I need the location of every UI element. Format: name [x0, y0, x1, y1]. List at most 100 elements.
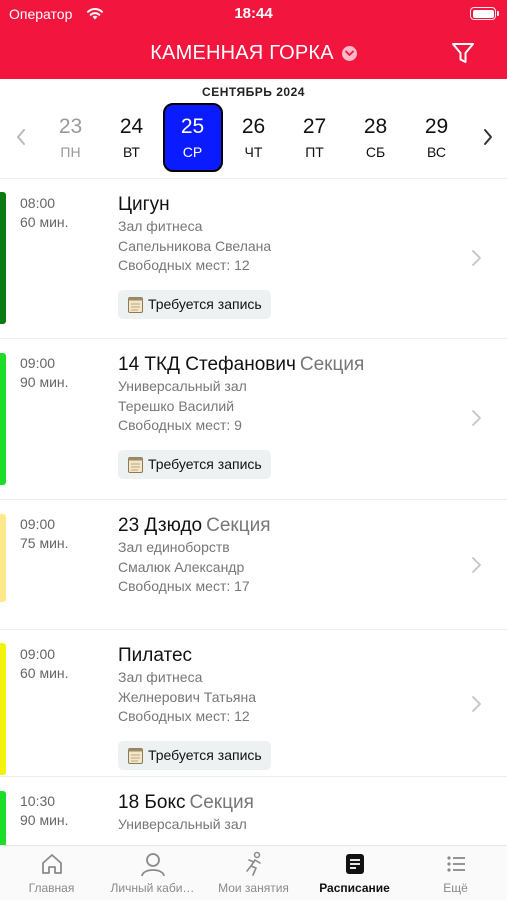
chevron-right-icon — [472, 557, 481, 573]
session-title: 18 Бокс Секция — [118, 791, 458, 815]
session-time: 08:00 60 мин. — [20, 194, 69, 232]
tab-home[interactable]: Главная — [1, 846, 102, 900]
session-hall: Зал фитнеса — [118, 218, 203, 234]
session-color-bar — [0, 353, 6, 485]
session-row[interactable]: 09:00 90 мин. 14 ТКД Стефанович Секция Униве… — [0, 339, 507, 500]
session-hall: Универсальный зал — [118, 378, 247, 394]
day-24[interactable]: 24 ВТ — [101, 103, 162, 173]
session-details: 23 Дзюдо Секция Зал единоборств Смалюк Алек… — [118, 514, 458, 597]
session-time: 09:00 60 мин. — [20, 645, 69, 683]
session-row[interactable]: 08:00 60 мин. Цигун Зал фитнеса Сапельникова… — [0, 179, 507, 339]
session-hall: Универсальный зал — [118, 816, 247, 832]
session-duration: 75 мин. — [20, 535, 69, 551]
session-time: 09:00 75 мин. — [20, 515, 69, 553]
day-weekday: СБ — [365, 144, 386, 160]
signup-required-badge: Требуется запись — [118, 289, 271, 319]
session-duration: 90 мин. — [20, 374, 69, 390]
session-row[interactable]: 09:00 60 мин. Пилатес Зал фитнеса Желнерович… — [0, 630, 507, 777]
session-title: 23 Дзюдо Секция — [118, 514, 458, 538]
home-icon — [42, 854, 62, 874]
notepad-icon — [128, 747, 143, 764]
tab-list[interactable]: Ещё — [405, 846, 506, 900]
runner-icon — [246, 851, 261, 876]
day-weekday: ПН — [60, 144, 81, 160]
schedule-list: 08:00 60 мин. Цигун Зал фитнеса Сапельникова… — [0, 179, 507, 847]
tab-label: Расписание — [319, 881, 390, 895]
badge-label: Требуется запись — [148, 746, 262, 763]
session-details: 18 Бокс Секция Универсальный зал — [118, 791, 458, 835]
day-28[interactable]: 28 СБ — [345, 103, 406, 173]
signup-required-badge: Требуется запись — [118, 740, 271, 770]
session-start-time: 09:00 — [20, 355, 56, 371]
session-details: 14 ТКД Стефанович Секция Универсальный зал… — [118, 353, 458, 479]
page-title: КАМЕННАЯ ГОРКА — [150, 42, 334, 65]
day-number: 23 — [58, 115, 83, 138]
title-row: КАМЕННАЯ ГОРКА — [0, 38, 507, 70]
day-number: 24 — [119, 115, 144, 138]
session-title: 14 ТКД Стефанович Секция — [118, 353, 458, 377]
day-number: 25 — [180, 115, 205, 138]
notepad-icon — [128, 296, 143, 313]
tab-label: Главная — [28, 881, 75, 895]
signup-required-badge: Требуется запись — [118, 449, 271, 479]
session-name: 23 Дзюдо — [118, 515, 203, 536]
session-row[interactable]: 09:00 75 мин. 23 Дзюдо Секция Зал единоборст… — [0, 500, 507, 630]
session-color-bar — [0, 791, 6, 847]
status-bar: Оператор 18:44 — [0, 0, 507, 28]
notepad-icon — [128, 456, 143, 473]
session-start-time: 09:00 — [20, 516, 56, 532]
chevron-right-icon[interactable] — [481, 127, 495, 147]
session-color-bar — [0, 192, 6, 324]
chevron-right-icon — [472, 410, 481, 426]
day-weekday: ВТ — [123, 144, 140, 160]
chevron-down-icon — [341, 46, 357, 62]
status-clock: 18:44 — [234, 5, 273, 22]
tab-schedule[interactable]: Расписание — [304, 846, 405, 900]
session-time: 10:30 90 мин. — [20, 792, 69, 830]
session-kind: Секция — [189, 792, 254, 813]
session-name: 14 ТКД Стефанович — [118, 354, 296, 375]
filter-icon[interactable] — [450, 40, 476, 66]
tab-runner[interactable]: Мои занятия — [203, 846, 304, 900]
chevron-right-icon — [472, 250, 481, 266]
session-name: 18 Бокс — [118, 792, 186, 813]
session-free-seats: Свободных мест: 12 — [118, 257, 250, 273]
badge-label: Требуется запись — [148, 295, 262, 312]
day-26[interactable]: 26 ЧТ — [223, 103, 284, 173]
tab-person[interactable]: Личный каби… — [102, 846, 203, 900]
day-29[interactable]: 29 ВС — [406, 103, 467, 173]
chevron-right-icon — [472, 696, 481, 712]
day-number: 26 — [241, 115, 266, 138]
session-details: Пилатес Зал фитнеса Желнерович Татьяна Своб… — [118, 644, 458, 770]
badge-label: Требуется запись — [148, 455, 262, 472]
session-name: Пилатес — [118, 645, 193, 666]
session-duration: 60 мин. — [20, 214, 69, 230]
session-row[interactable]: 10:30 90 мин. 18 Бокс Секция Универсальный з… — [0, 777, 507, 847]
session-duration: 90 мин. — [20, 812, 69, 828]
session-color-bar — [0, 514, 6, 602]
session-time: 09:00 90 мин. — [20, 354, 69, 392]
day-number: 29 — [424, 115, 449, 138]
club-selector[interactable]: КАМЕННАЯ ГОРКА — [0, 42, 507, 65]
session-color-bar — [0, 643, 6, 775]
session-title: Цигун — [118, 193, 458, 217]
schedule-icon — [346, 854, 364, 874]
battery-tip — [497, 11, 499, 16]
session-trainer: Сапельникова Свелана — [118, 237, 272, 254]
day-27[interactable]: 27 ПТ — [284, 103, 345, 173]
session-trainer: Желнерович Татьяна — [118, 688, 256, 705]
session-kind: Секция — [206, 515, 271, 536]
session-kind: Секция — [299, 354, 365, 375]
week-days: 23 ПН 24 ВТ 25 СР 26 ЧТ 27 ПТ 28 СБ 29 ВС — [40, 103, 467, 173]
person-icon — [141, 853, 165, 877]
day-25[interactable]: 25 СР — [162, 103, 223, 173]
tab-label: Личный каби… — [110, 881, 195, 895]
session-start-time: 09:00 — [20, 646, 56, 662]
day-weekday: ВС — [427, 144, 446, 160]
battery-icon — [470, 7, 496, 20]
session-start-time: 08:00 — [20, 195, 56, 211]
session-free-seats: Свободных мест: 12 — [118, 708, 250, 724]
chevron-left-icon[interactable] — [14, 127, 28, 147]
app-header: Оператор 18:44 КАМЕННАЯ ГОРКА — [0, 0, 507, 79]
day-23[interactable]: 23 ПН — [40, 103, 101, 173]
